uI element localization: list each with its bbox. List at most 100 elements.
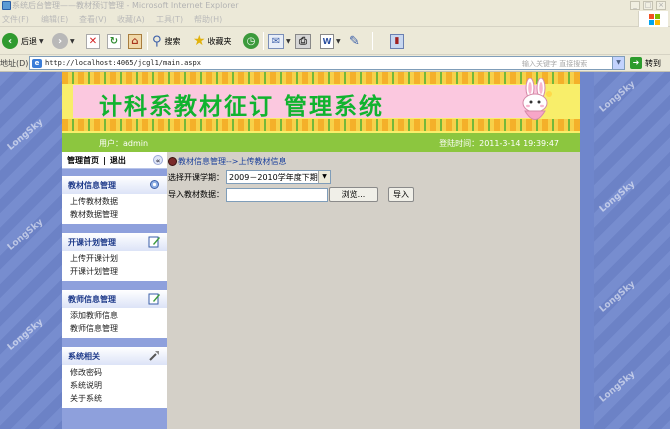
sidebar-item-manage-plan[interactable]: 开课计划管理 xyxy=(62,265,167,278)
print-button[interactable]: ⎙ xyxy=(295,31,311,51)
go-arrow-icon: ➜ xyxy=(630,57,642,69)
menu-group-items: 上传教材数据 教材数据管理 xyxy=(62,194,167,224)
semester-label: 选择开课学期： xyxy=(168,172,224,182)
browser-viewport: LongSky LongSky LongSky LongSky LongSky … xyxy=(0,72,670,429)
window-title: 系统后台管理——教材预订管理 - Microsoft Internet Expl… xyxy=(12,1,239,10)
menu-favorites[interactable]: 收藏(A) xyxy=(117,14,145,25)
watermark: LongSky xyxy=(5,217,46,253)
browser-toolbar: ‹ 后退 ▼ › ▼ ✕ ↻ ⌂ ⚲ 搜索 ★ 收藏夹 ◷ ✉ ▼ ⎙ W ▼ … xyxy=(0,27,670,55)
sidebar-divider: | xyxy=(103,155,106,165)
sidebar-item-upload-plan[interactable]: 上传开课计划 xyxy=(62,252,167,265)
banner-top-decoration xyxy=(62,72,580,84)
go-button[interactable]: ➜ 转到 xyxy=(630,56,668,70)
minimize-icon[interactable]: _ xyxy=(630,1,640,10)
menu-help[interactable]: 帮助(H) xyxy=(194,14,222,25)
favorites-label: 收藏夹 xyxy=(207,36,232,46)
mail-button[interactable]: ✉ ▼ xyxy=(268,31,291,51)
semester-value: 2009－2010学年度下期 xyxy=(229,172,318,182)
refresh-button[interactable]: ↻ xyxy=(107,31,121,51)
chevron-down-icon: ▼ xyxy=(39,37,44,45)
star-icon: ★ xyxy=(193,33,206,49)
menu-group-header[interactable]: 教师信息管理 xyxy=(62,290,167,308)
menu-tools[interactable]: 工具(T) xyxy=(156,14,183,25)
edit-button[interactable]: W ▼ xyxy=(320,31,341,51)
forward-arrow-icon: › xyxy=(52,33,68,49)
sidebar-item-about[interactable]: 关于系统 xyxy=(62,392,167,405)
sidebar-item-manage-textbook[interactable]: 教材数据管理 xyxy=(62,208,167,221)
watermark: LongSky xyxy=(5,317,46,353)
file-path-input[interactable] xyxy=(226,187,328,202)
semester-row: 选择开课学期： 2009－2010学年度下期 ▼ xyxy=(168,170,331,184)
address-input[interactable]: e http://localhost:4065/jcgl1/main.aspx … xyxy=(29,56,625,70)
main-content: 教材信息管理-->上传教材信息 选择开课学期： 2009－2010学年度下期 ▼… xyxy=(167,152,580,429)
chevron-down-icon: ▼ xyxy=(286,37,291,45)
menu-group-header[interactable]: 系统相关 xyxy=(62,347,167,365)
breadcrumb: 教材信息管理-->上传教材信息 xyxy=(168,156,286,167)
search-icon: ⚲ xyxy=(152,33,162,49)
address-dropdown-icon[interactable]: ▼ xyxy=(612,57,624,69)
menu-edit[interactable]: 编辑(E) xyxy=(41,14,68,25)
sidebar-item-add-teacher[interactable]: 添加教师信息 xyxy=(62,309,167,322)
menu-file[interactable]: 文件(F) xyxy=(2,14,29,25)
sidebar-item-system-manual[interactable]: 系统说明 xyxy=(62,379,167,392)
vertical-scrollbar[interactable] xyxy=(580,72,594,429)
sidebar-item-manage-teacher[interactable]: 教师信息管理 xyxy=(62,322,167,335)
menu-group-header[interactable]: 教材信息管理 xyxy=(62,176,167,194)
chevron-down-icon: ▼ xyxy=(318,171,330,183)
history-button[interactable]: ◷ xyxy=(243,31,259,51)
menu-group-system: 系统相关 修改密码 系统说明 关于系统 xyxy=(62,347,167,408)
bunny-mascot-icon xyxy=(522,78,552,120)
home-icon: ⌂ xyxy=(128,33,142,49)
forward-button[interactable]: › ▼ xyxy=(52,31,75,51)
chevron-down-icon: ▼ xyxy=(70,37,75,45)
menu-group-items: 添加教师信息 教师信息管理 xyxy=(62,308,167,338)
ie-window-icon xyxy=(2,1,11,10)
browse-button[interactable]: 浏览... xyxy=(329,187,378,202)
menu-group-items: 上传开课计划 开课计划管理 xyxy=(62,251,167,281)
keyword-search-hint: 输入关键字 直接搜索 xyxy=(522,60,588,68)
research-icon: ▮ xyxy=(390,33,404,49)
import-label: 导入教材数据： xyxy=(168,190,224,199)
refresh-icon: ↻ xyxy=(107,33,121,49)
toolbar-separator xyxy=(372,32,373,50)
menu-view[interactable]: 查看(V) xyxy=(79,14,107,25)
menu-group-textbook: 教材信息管理 上传教材数据 教材数据管理 xyxy=(62,176,167,224)
semester-select[interactable]: 2009－2010学年度下期 ▼ xyxy=(226,170,331,184)
search-button[interactable]: ⚲ 搜索 xyxy=(152,31,181,51)
watermark: LongSky xyxy=(597,79,638,115)
ie-page-icon: e xyxy=(32,59,42,68)
breadcrumb-text[interactable]: 教材信息管理-->上传教材信息 xyxy=(178,156,286,167)
search-label: 搜索 xyxy=(164,36,181,46)
sidebar-header: 管理首页 | 退出 « xyxy=(62,152,167,169)
menu-group-course-plan: 开课计划管理 上传开课计划 开课计划管理 xyxy=(62,233,167,281)
watermark: LongSky xyxy=(597,369,638,405)
banner: 计科系教材征订 管理系统 xyxy=(62,72,580,133)
messenger-icon: ✎ xyxy=(349,33,360,49)
messenger-button[interactable]: ✎ xyxy=(349,31,360,51)
breadcrumb-icon xyxy=(168,157,177,166)
research-button[interactable]: ▮ xyxy=(390,31,404,51)
watermark: LongSky xyxy=(597,279,638,315)
watermark: LongSky xyxy=(597,179,638,215)
menu-group-header[interactable]: 开课计划管理 xyxy=(62,233,167,251)
favorites-button[interactable]: ★ 收藏夹 xyxy=(193,31,232,51)
toolbar-separator xyxy=(263,32,264,50)
stop-button[interactable]: ✕ xyxy=(86,31,100,51)
windows-logo-icon xyxy=(638,11,668,27)
logout-link[interactable]: 退出 xyxy=(110,155,126,166)
sidebar-item-change-password[interactable]: 修改密码 xyxy=(62,366,167,379)
current-user: 用户：admin xyxy=(99,139,149,148)
close-icon[interactable]: × xyxy=(656,1,666,10)
word-icon: W xyxy=(320,33,334,49)
back-button[interactable]: ‹ 后退 ▼ xyxy=(2,31,44,51)
page-frame: 计科系教材征订 管理系统 用户：admin 登陆时间：2011-3-14 19:… xyxy=(62,72,580,429)
edit-document-icon xyxy=(148,236,160,248)
collapse-sidebar-icon[interactable]: « xyxy=(153,155,163,165)
import-button[interactable]: 导入 xyxy=(388,187,414,202)
mail-icon: ✉ xyxy=(268,33,284,49)
sidebar-item-upload-textbook[interactable]: 上传教材数据 xyxy=(62,195,167,208)
home-button[interactable]: ⌂ xyxy=(128,31,142,51)
maximize-icon[interactable]: □ xyxy=(643,1,653,10)
login-time: 登陆时间：2011-3-14 19:39:47 xyxy=(439,139,559,148)
home-link[interactable]: 管理首页 xyxy=(67,155,99,166)
